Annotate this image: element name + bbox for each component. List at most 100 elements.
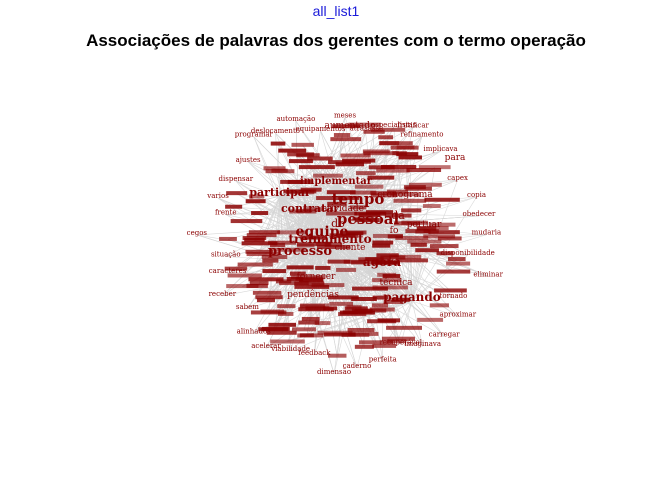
word-node: situação <box>211 251 241 259</box>
node-mark <box>378 135 394 140</box>
word-node: alinhados <box>237 328 272 336</box>
word-node: cronograma <box>377 190 433 200</box>
node-mark <box>226 191 248 196</box>
node-mark <box>351 297 377 302</box>
word-node: processo <box>268 244 332 259</box>
word-node: treinamento <box>288 232 371 246</box>
node-mark <box>298 165 335 170</box>
word-node: aproximar <box>440 311 477 319</box>
node-mark <box>260 309 284 314</box>
word-node: agora <box>363 255 401 269</box>
node-mark <box>330 137 362 142</box>
word-node: implementar <box>300 176 373 187</box>
word-node: automação <box>276 115 315 123</box>
node-mark <box>262 269 287 274</box>
node-mark <box>275 279 292 284</box>
node-mark <box>377 318 400 323</box>
node-mark <box>418 165 451 170</box>
word-node: copia <box>467 191 486 199</box>
node-mark <box>219 236 237 241</box>
word-node: varios <box>206 192 229 200</box>
word-node: mudaria <box>472 229 502 237</box>
node-mark <box>323 306 338 311</box>
word-node: receber <box>209 290 237 298</box>
word-node: carregar <box>429 331 461 339</box>
word-node: frutificar <box>397 121 429 129</box>
word-node: técnica <box>379 277 413 288</box>
node-mark <box>376 168 410 173</box>
node-mark <box>386 325 422 330</box>
node-mark <box>341 332 370 337</box>
word-node: disponibilidade <box>441 249 495 257</box>
node-mark <box>262 258 279 263</box>
word-node: caracteres <box>209 267 247 275</box>
node-mark <box>237 262 273 267</box>
word-node: cegos <box>187 229 208 237</box>
node-mark <box>415 248 439 253</box>
word-node: deslocamento <box>251 127 300 135</box>
node-mark <box>245 199 266 204</box>
word-node: obedecer <box>463 210 497 218</box>
node-mark <box>292 327 316 332</box>
node-mark <box>422 204 441 209</box>
node-mark <box>328 160 357 165</box>
word-node: para <box>445 153 466 163</box>
word-node: dimensão <box>317 368 351 376</box>
word-node: dispensar <box>219 175 254 183</box>
node-mark <box>298 320 320 325</box>
node-mark <box>249 281 269 286</box>
word-node: recuperável <box>380 339 423 347</box>
node-mark <box>390 145 419 150</box>
node-mark <box>266 330 297 335</box>
node-mark <box>379 141 400 146</box>
node-mark <box>286 265 314 270</box>
node-mark <box>251 211 269 216</box>
node-mark <box>265 169 295 174</box>
node-mark <box>436 269 471 274</box>
node-mark <box>447 257 466 262</box>
node-mark <box>277 304 296 309</box>
node-mark <box>315 265 331 270</box>
node-mark <box>297 333 324 338</box>
node-mark <box>230 219 263 224</box>
node-mark <box>372 243 391 248</box>
word-node: tornado <box>440 292 468 300</box>
node-mark <box>329 301 353 306</box>
word-association-network: mesesatrasasseespecialistasfrutificarref… <box>187 111 504 376</box>
word-node: eliminar <box>473 270 503 278</box>
word-node: tempo <box>332 190 385 208</box>
node-mark <box>268 322 297 327</box>
word-node: frente <box>215 209 237 217</box>
node-mark <box>446 261 471 266</box>
node-mark <box>248 230 281 235</box>
word-node: fornecer <box>297 272 337 282</box>
word-node: aumentado <box>325 121 376 131</box>
node-mark <box>356 171 376 176</box>
node-mark <box>327 353 347 358</box>
node-mark <box>288 159 313 164</box>
word-node: meses <box>334 111 357 119</box>
node-mark <box>270 141 286 146</box>
word-node: sabem <box>236 303 259 311</box>
node-mark <box>395 236 429 241</box>
node-mark <box>296 153 320 158</box>
node-mark <box>301 316 320 321</box>
word-node: capex <box>447 174 468 182</box>
word-node: acelerar <box>251 342 281 350</box>
word-node: portuar <box>407 220 442 230</box>
node-mark <box>363 151 399 156</box>
node-mark <box>398 155 422 160</box>
word-node: pendências <box>287 289 339 300</box>
word-node: participar <box>249 186 311 199</box>
node-mark <box>291 142 314 147</box>
word-node: implicava <box>424 145 458 153</box>
word-node: contratar <box>281 202 339 215</box>
word-node: refinamento <box>400 131 443 139</box>
node-mark <box>311 283 345 288</box>
node-mark <box>410 242 427 247</box>
plot-viewer: all_list1 Associações de palavras dos ge… <box>0 0 672 480</box>
node-mark <box>340 310 375 315</box>
node-mark <box>415 229 431 234</box>
node-mark <box>256 298 275 303</box>
node-mark <box>278 148 307 153</box>
